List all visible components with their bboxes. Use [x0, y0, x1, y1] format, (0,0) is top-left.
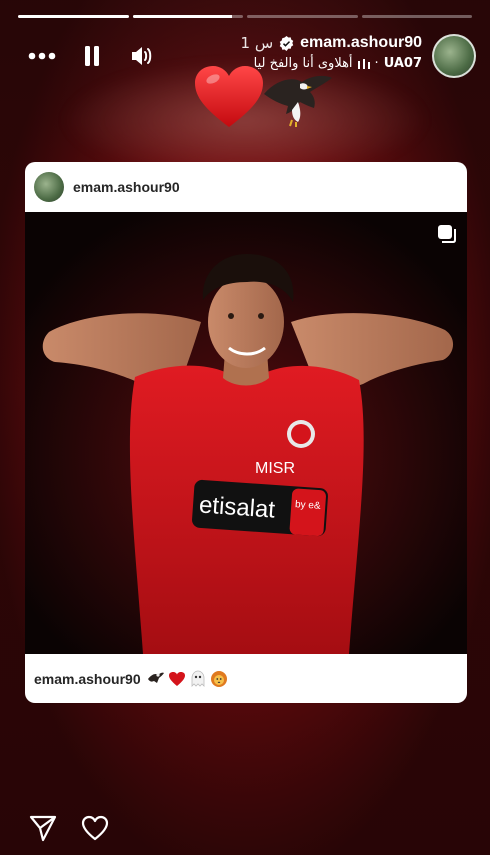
post-caption: emam.ashour90	[25, 654, 467, 703]
music-artist: UA07	[383, 56, 422, 71]
music-text: أهلاوى أنا والفخ ليا	[253, 56, 353, 71]
player-photo-illustration	[25, 212, 467, 654]
shared-post-card[interactable]: emam.ashour90 MISR etisalat by e& emam.a…	[25, 162, 467, 703]
post-avatar[interactable]	[34, 172, 64, 202]
story-controls	[28, 42, 156, 70]
eagle-sticker[interactable]	[262, 72, 334, 132]
story-actions	[28, 813, 110, 843]
story-progress	[18, 15, 472, 18]
pause-icon	[85, 46, 99, 66]
story-user-text: 1 س emam.ashour90 أهلاوى أنا والفخ ليا ·…	[241, 34, 422, 71]
eagle-icon	[264, 75, 332, 127]
progress-segment	[361, 15, 472, 18]
multi-post-indicator	[437, 224, 457, 248]
music-row[interactable]: أهلاوى أنا والفخ ليا · UA07	[254, 56, 422, 71]
more-options-button[interactable]	[28, 42, 56, 70]
name-row: 1 س emam.ashour90	[241, 34, 422, 52]
volume-button[interactable]	[128, 42, 156, 70]
post-header: emam.ashour90	[25, 162, 467, 212]
volume-icon	[132, 47, 152, 65]
pause-button[interactable]	[78, 42, 106, 70]
more-horizontal-icon	[28, 52, 56, 60]
post-photo[interactable]: MISR etisalat by e&	[25, 212, 467, 654]
carousel-icon	[438, 225, 456, 243]
post-username[interactable]: emam.ashour90	[73, 179, 180, 195]
share-button[interactable]	[28, 813, 58, 843]
caption-emojis	[147, 670, 228, 688]
like-button[interactable]	[80, 813, 110, 843]
progress-segment	[18, 15, 129, 18]
ghost-icon	[191, 670, 205, 687]
progress-segment	[132, 15, 243, 18]
progress-segment	[247, 15, 358, 18]
send-icon	[29, 815, 57, 842]
jersey-sponsor-sub: by e&	[294, 499, 321, 512]
red-heart-icon	[168, 671, 185, 686]
lion-icon	[210, 670, 227, 687]
avatar[interactable]	[432, 34, 476, 78]
verified-badge-icon	[279, 35, 294, 51]
heart-sticker[interactable]	[193, 65, 265, 135]
music-separator: ·	[374, 56, 379, 71]
caption-username[interactable]: emam.ashour90	[34, 671, 141, 687]
eagle-icon	[147, 672, 164, 683]
jersey-brand: MISR	[255, 460, 295, 477]
story-username[interactable]: emam.ashour90	[300, 34, 422, 52]
red-heart-icon	[195, 66, 263, 127]
time-ago: 1 س	[240, 34, 274, 52]
heart-outline-icon	[81, 815, 109, 841]
music-bars-icon	[357, 58, 370, 69]
jersey-sponsor: etisalat	[198, 491, 276, 524]
